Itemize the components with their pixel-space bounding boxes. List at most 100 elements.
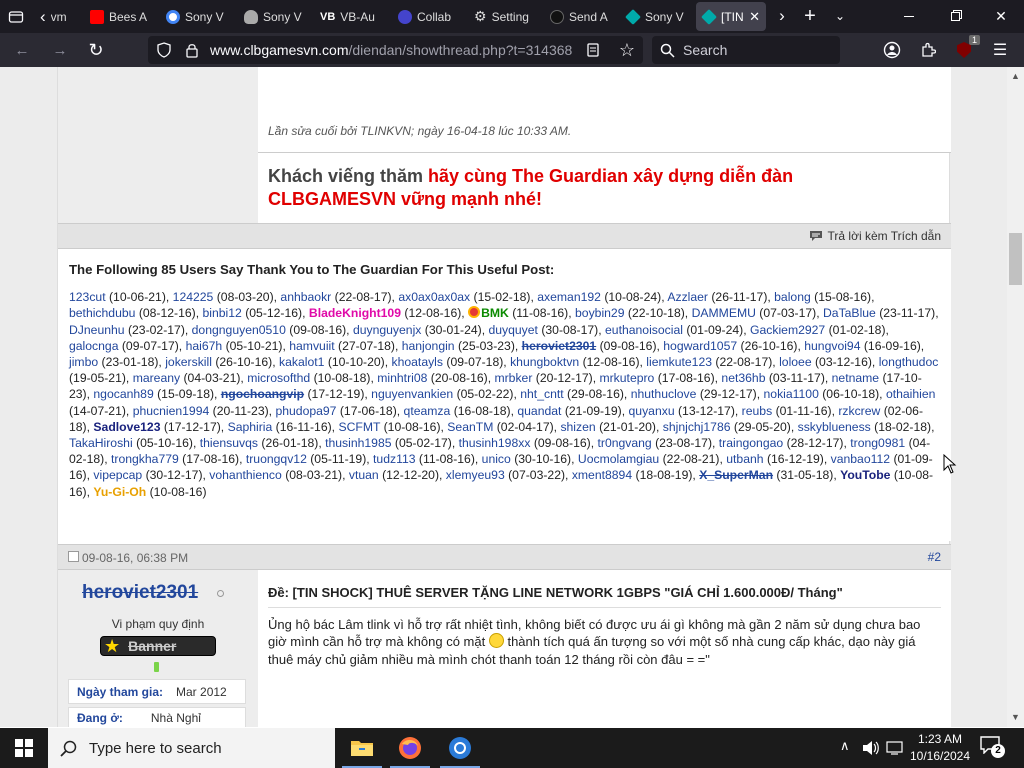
firefox-view-button[interactable] (2, 0, 30, 33)
thanks-user-link[interactable]: Uocmolamgiau (578, 452, 659, 466)
thanks-user-link[interactable]: truongqv12 (246, 452, 307, 466)
thanks-user-link[interactable]: quyanxu (629, 404, 675, 418)
scroll-down-icon[interactable]: ▼ (1011, 712, 1020, 722)
search-input[interactable]: Search (652, 36, 840, 64)
tab-8[interactable]: Sony V (620, 0, 694, 33)
new-tab-icon[interactable]: + (798, 4, 822, 28)
thanks-user-link[interactable]: liemkute123 (646, 355, 712, 369)
thanks-user-link[interactable]: hamvuiit (289, 339, 334, 353)
thanks-user-link[interactable]: longthudoc (879, 355, 939, 369)
thanks-user-link[interactable]: sskyblueness (798, 420, 871, 434)
thanks-user-link[interactable]: shjnjchj1786 (663, 420, 731, 434)
thanks-user-link[interactable]: Azzlaer (667, 290, 708, 304)
thanks-user-link[interactable]: trong0981 (850, 436, 905, 450)
thanks-user-link[interactable]: loloee (779, 355, 812, 369)
bookmark-star-icon[interactable]: ☆ (619, 40, 635, 61)
thanks-user-link[interactable]: DAMMEMU (692, 306, 756, 320)
thanks-user-link[interactable]: nguyenvankien (371, 387, 453, 401)
tab-3[interactable]: Sony V (238, 0, 312, 33)
thanks-user-link[interactable]: qteamza (404, 404, 451, 418)
thanks-user-link[interactable]: balong (774, 290, 811, 304)
back-icon[interactable]: ← (10, 38, 34, 62)
thanks-user-link[interactable]: thiensuvqs (200, 436, 258, 450)
close-button[interactable]: ✕ (978, 0, 1024, 33)
thanks-user-link[interactable]: utbanh (726, 452, 763, 466)
scroll-up-icon[interactable]: ▲ (1011, 71, 1020, 81)
thanks-user-link[interactable]: ngocanh89 (93, 387, 153, 401)
thanks-user-link[interactable]: rzkcrew (838, 404, 880, 418)
thanks-user-link[interactable]: netname (832, 371, 879, 385)
thanks-user-link[interactable]: BladeKnight109 (309, 306, 401, 320)
notifications-button[interactable]: 2 (980, 736, 1005, 760)
tab-close-icon[interactable]: ✕ (749, 9, 760, 25)
thanks-user-link[interactable]: Sadlove123 (93, 420, 160, 434)
thanks-user-link[interactable]: DJneunhu (69, 323, 125, 337)
thanks-user-link[interactable]: thusinh198xx (459, 436, 531, 450)
thanks-user-link[interactable]: 123cut (69, 290, 106, 304)
thanks-user-link[interactable]: ax0ax0ax0ax (398, 290, 470, 304)
thanks-user-link[interactable]: SCFMT (338, 420, 380, 434)
thanks-user-link[interactable]: X_SuperMan (699, 468, 773, 482)
thanks-user-link[interactable]: xlemyeu93 (446, 468, 505, 482)
thanks-user-link[interactable]: unico (482, 452, 511, 466)
thanks-user-link[interactable]: shizen (560, 420, 595, 434)
thanks-user-link[interactable]: anhbaokr (280, 290, 331, 304)
minimize-button[interactable] (886, 0, 932, 33)
thanks-user-link[interactable]: hungvoi94 (804, 339, 860, 353)
reload-icon[interactable]: ↻ (84, 38, 108, 62)
thanks-user-link[interactable]: minhtri08 (377, 371, 427, 385)
post2-username[interactable]: heroviet2301 (82, 582, 198, 604)
extensions-icon[interactable] (916, 38, 940, 62)
forward-icon[interactable]: → (48, 38, 72, 62)
thanks-user-link[interactable]: BMK (481, 306, 509, 320)
show-hidden-icons-icon[interactable]: ∧ (840, 738, 850, 754)
restore-button[interactable] (932, 0, 978, 33)
list-tabs-icon[interactable]: ⌄ (828, 4, 852, 28)
thanks-user-link[interactable]: vipepcap (93, 468, 142, 482)
thanks-user-link[interactable]: mareany (133, 371, 180, 385)
reply-quote-button[interactable]: Trả lời kèm Trích dẫn (809, 229, 941, 243)
shield-icon[interactable] (156, 42, 172, 58)
thanks-user-link[interactable]: kakalot1 (279, 355, 324, 369)
thanks-user-link[interactable]: quandat (517, 404, 561, 418)
thanks-user-link[interactable]: hai67h (186, 339, 223, 353)
thanks-user-link[interactable]: vohanthienco (209, 468, 282, 482)
thanks-user-link[interactable]: nhuthuclove (631, 387, 697, 401)
tab-2[interactable]: Sony V (160, 0, 234, 33)
scroll-left-icon[interactable]: ‹ (40, 7, 46, 27)
thanks-user-link[interactable]: duyquyet (488, 323, 537, 337)
reader-view-icon[interactable] (585, 42, 601, 58)
account-icon[interactable] (880, 38, 904, 62)
thanks-user-link[interactable]: dongnguyen0510 (192, 323, 286, 337)
tab-9-active[interactable]: [TIN ✕ (696, 2, 766, 31)
tab-7[interactable]: Send A (544, 0, 616, 33)
file-explorer-button[interactable] (338, 728, 386, 768)
thanks-user-link[interactable]: mrbker (494, 371, 532, 385)
thanks-user-link[interactable]: othaihien (886, 387, 935, 401)
post2-number-link[interactable]: #2 (928, 550, 941, 564)
thanks-user-link[interactable]: jimbo (69, 355, 98, 369)
thanks-user-link[interactable]: TakaHiroshi (69, 436, 133, 450)
tab-0[interactable]: ‹ vm (34, 0, 80, 33)
clock[interactable]: 1:23 AM 10/16/2024 (908, 731, 972, 765)
thanks-user-link[interactable]: tr0ngvang (598, 436, 652, 450)
thanks-user-link[interactable]: phudopa97 (275, 404, 336, 418)
taskbar-search-box[interactable]: Type here to search (48, 728, 335, 768)
thanks-user-link[interactable]: tudz113 (373, 452, 415, 466)
volume-icon[interactable] (862, 740, 880, 756)
thanks-user-link[interactable]: jokerskill (165, 355, 212, 369)
thanks-user-link[interactable]: galocnga (69, 339, 118, 353)
start-button[interactable] (0, 728, 48, 768)
thanks-user-link[interactable]: bethichdubu (69, 306, 135, 320)
thanks-user-link[interactable]: Gackiem2927 (750, 323, 825, 337)
network-icon[interactable] (886, 740, 904, 756)
thanks-user-link[interactable]: Saphiria (228, 420, 273, 434)
thanks-user-link[interactable]: DaTaBlue (823, 306, 876, 320)
lock-icon[interactable] (184, 42, 200, 58)
thanks-user-link[interactable]: reubs (742, 404, 773, 418)
thanks-user-link[interactable]: microsofthd (247, 371, 310, 385)
thanks-user-link[interactable]: euthanoisocial (605, 323, 683, 337)
thanks-user-link[interactable]: hogward1057 (663, 339, 737, 353)
thanks-user-link[interactable]: khungboktvn (510, 355, 579, 369)
thanks-user-link[interactable]: ngochoangvip (221, 387, 304, 401)
